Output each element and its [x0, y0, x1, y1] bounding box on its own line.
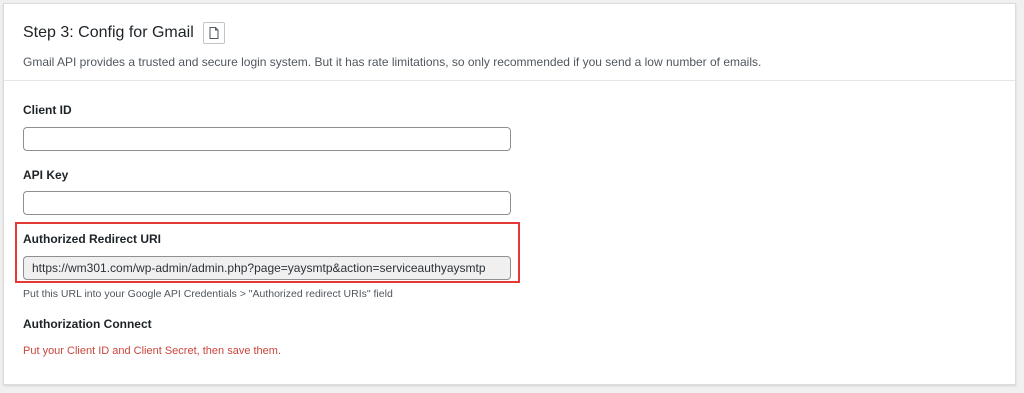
client-id-label: Client ID	[23, 103, 72, 117]
api-key-input[interactable]	[23, 191, 511, 215]
redirect-uri-field[interactable]: https://wm301.com/wp-admin/admin.php?pag…	[23, 256, 511, 280]
gmail-config-card: Step 3: Config for Gmail Gmail API provi…	[3, 3, 1016, 385]
authorization-connect-label: Authorization Connect	[23, 317, 152, 331]
page-description: Gmail API provides a trusted and secure …	[23, 55, 762, 69]
documentation-button[interactable]	[202, 22, 225, 44]
card-header: Step 3: Config for Gmail Gmail API provi…	[4, 4, 1015, 81]
authorization-message: Put your Client ID and Client Secret, th…	[23, 345, 282, 357]
document-icon	[209, 27, 219, 39]
redirect-uri-value: https://wm301.com/wp-admin/admin.php?pag…	[32, 261, 486, 275]
api-key-label: API Key	[23, 168, 69, 182]
redirect-uri-label: Authorized Redirect URI	[23, 232, 162, 246]
client-id-input[interactable]	[23, 127, 511, 151]
title-row: Step 3: Config for Gmail	[23, 21, 1015, 45]
page-title: Step 3: Config for Gmail	[23, 24, 194, 41]
redirect-uri-hint: Put this URL into your Google API Creden…	[23, 288, 393, 300]
